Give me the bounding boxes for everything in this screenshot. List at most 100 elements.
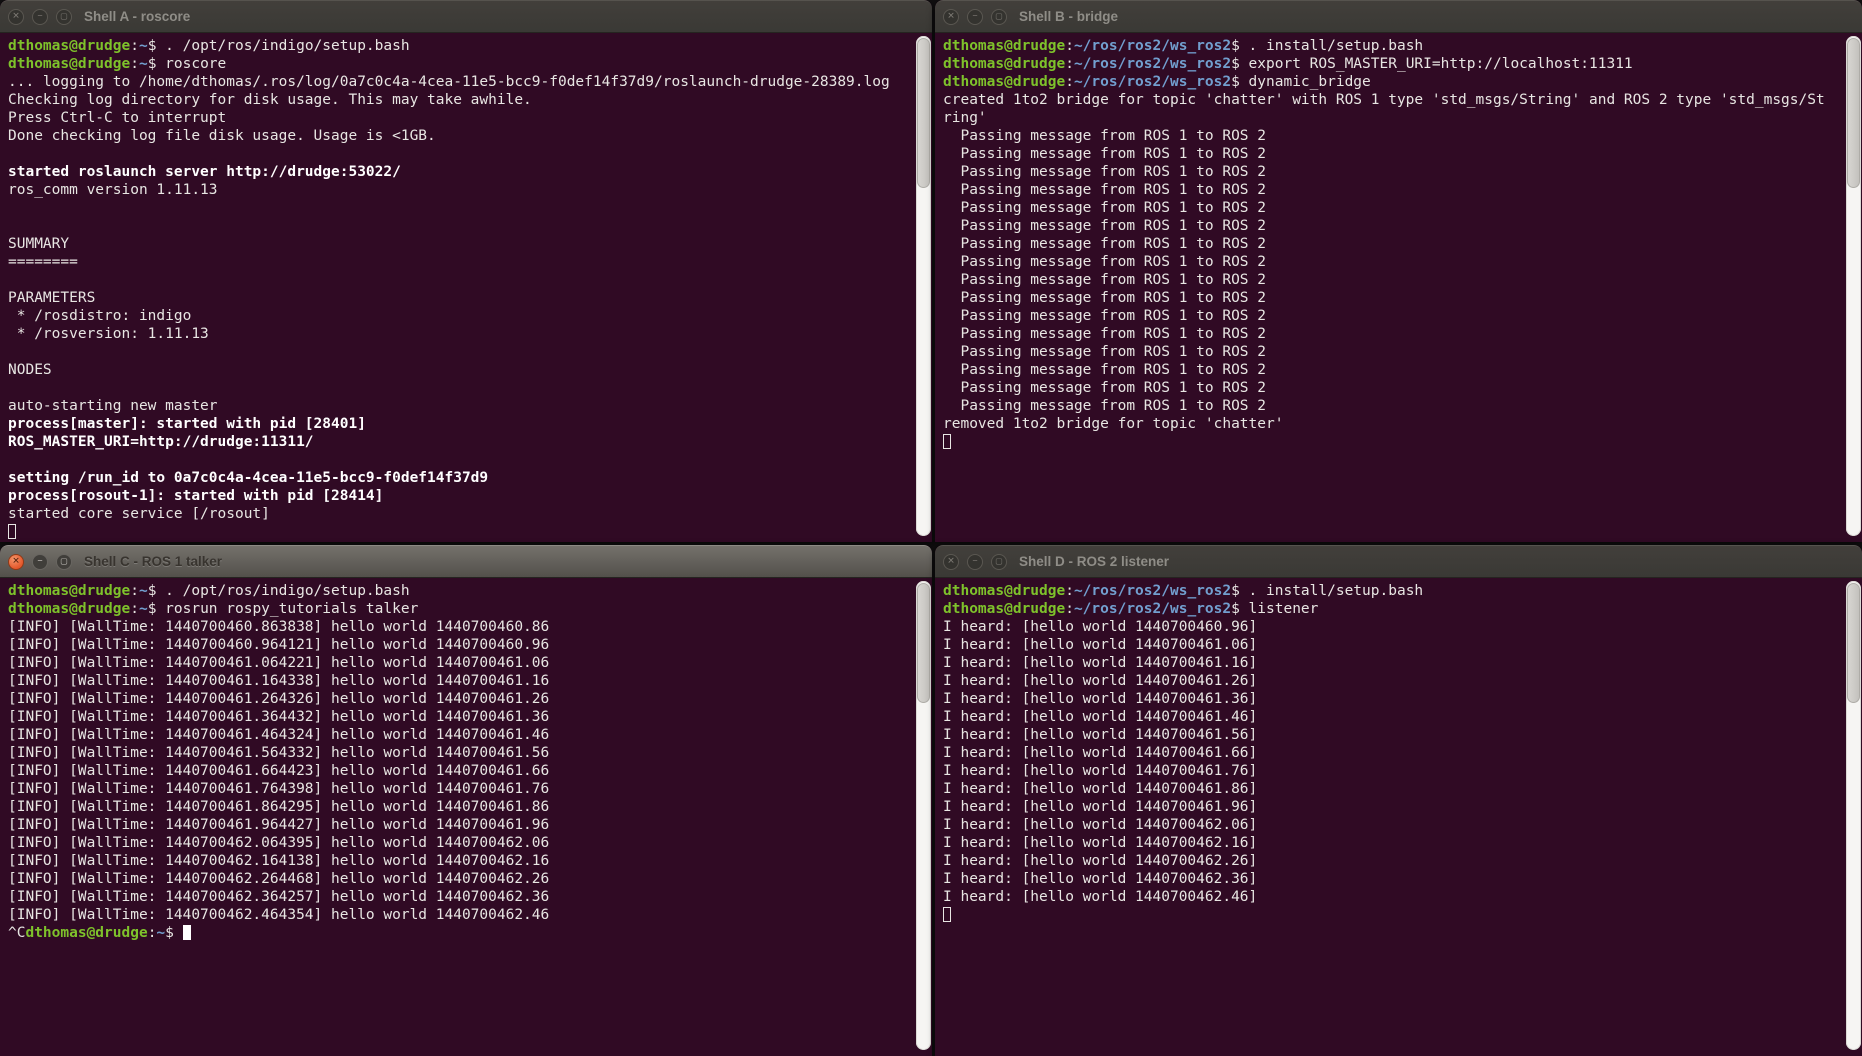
terminal-line: Passing message from ROS 1 to ROS 2: [943, 253, 1845, 271]
scrollbar-track[interactable]: [916, 581, 931, 1050]
terminal-line: I heard: [hello world 1440700460.96]: [943, 618, 1845, 636]
close-button[interactable]: ✕: [943, 9, 959, 25]
terminal-line: [INFO] [WallTime: 1440700461.064221] hel…: [8, 654, 915, 672]
terminal-line: dthomas@drudge:~/ros/ros2/ws_ros2$ expor…: [943, 55, 1845, 73]
titlebar-shell-d[interactable]: ✕ − ▢ Shell D - ROS 2 listener: [935, 545, 1862, 578]
maximize-icon: ▢: [995, 557, 1003, 565]
terminal-line: I heard: [hello world 1440700462.16]: [943, 834, 1845, 852]
maximize-button[interactable]: ▢: [991, 9, 1007, 25]
terminal-line: process[rosout-1]: started with pid [284…: [8, 487, 915, 505]
titlebar-shell-b[interactable]: ✕ − ▢ Shell B - bridge: [935, 0, 1862, 33]
close-icon: ✕: [12, 12, 20, 21]
terminal-line: ========: [8, 253, 915, 271]
terminal-line: [INFO] [WallTime: 1440700462.364257] hel…: [8, 888, 915, 906]
terminal-line: [943, 906, 1845, 924]
close-button[interactable]: ✕: [8, 9, 24, 25]
terminal-line: process[master]: started with pid [28401…: [8, 415, 915, 433]
terminal-line: I heard: [hello world 1440700461.96]: [943, 798, 1845, 816]
terminal-line: Passing message from ROS 1 to ROS 2: [943, 307, 1845, 325]
terminal-line: created 1to2 bridge for topic 'chatter' …: [943, 91, 1845, 109]
window-controls: ✕ − ▢: [8, 554, 72, 570]
terminal-line: ^Cdthomas@drudge:~$: [8, 924, 915, 942]
terminal-line: [8, 199, 915, 217]
terminal-line: Passing message from ROS 1 to ROS 2: [943, 271, 1845, 289]
terminal-line: [INFO] [WallTime: 1440700461.464324] hel…: [8, 726, 915, 744]
minimize-button[interactable]: −: [32, 554, 48, 570]
maximize-button[interactable]: ▢: [56, 554, 72, 570]
scrollbar-track[interactable]: [1846, 36, 1861, 536]
maximize-icon: ▢: [60, 12, 68, 20]
titlebar-shell-a[interactable]: ✕ − ▢ Shell A - roscore: [0, 0, 932, 33]
close-button[interactable]: ✕: [8, 554, 24, 570]
scrollbar-thumb[interactable]: [1847, 583, 1860, 703]
terminal-line: dthomas@drudge:~$ roscore: [8, 55, 915, 73]
terminal-line: I heard: [hello world 1440700461.56]: [943, 726, 1845, 744]
terminal-line: * /rosversion: 1.11.13: [8, 325, 915, 343]
terminal-line: SUMMARY: [8, 235, 915, 253]
terminal-line: [INFO] [WallTime: 1440700462.164138] hel…: [8, 852, 915, 870]
minimize-button[interactable]: −: [967, 9, 983, 25]
terminal-line: Passing message from ROS 1 to ROS 2: [943, 379, 1845, 397]
scrollbar-track[interactable]: [1846, 581, 1861, 1050]
terminal-line: [8, 343, 915, 361]
terminal-line: Passing message from ROS 1 to ROS 2: [943, 397, 1845, 415]
minimize-icon: −: [37, 12, 42, 21]
minimize-button[interactable]: −: [32, 9, 48, 25]
terminal-window-shell-b: ✕ − ▢ Shell B - bridge dthomas@drudge:~/…: [935, 0, 1862, 542]
close-icon: ✕: [12, 557, 20, 566]
minimize-button[interactable]: −: [967, 554, 983, 570]
terminal-line: [8, 451, 915, 469]
terminal-line: dthomas@drudge:~$ rosrun rospy_tutorials…: [8, 600, 915, 618]
terminal-line: [943, 433, 1845, 451]
terminal-line: NODES: [8, 361, 915, 379]
terminal-line: I heard: [hello world 1440700462.36]: [943, 870, 1845, 888]
terminal-line: ... logging to /home/dthomas/.ros/log/0a…: [8, 73, 915, 91]
terminal-window-shell-a: ✕ − ▢ Shell A - roscore dthomas@drudge:~…: [0, 0, 932, 542]
maximize-button[interactable]: ▢: [56, 9, 72, 25]
terminal-line: I heard: [hello world 1440700461.06]: [943, 636, 1845, 654]
terminal-line: [INFO] [WallTime: 1440700461.864295] hel…: [8, 798, 915, 816]
maximize-icon: ▢: [995, 12, 1003, 20]
terminal-output: dthomas@drudge:~$ . /opt/ros/indigo/setu…: [0, 578, 915, 1056]
terminal-line: dthomas@drudge:~/ros/ros2/ws_ros2$ . ins…: [943, 582, 1845, 600]
terminal-line: ros_comm version 1.11.13: [8, 181, 915, 199]
terminal-line: I heard: [hello world 1440700462.06]: [943, 816, 1845, 834]
scrollbar-thumb[interactable]: [1847, 38, 1860, 188]
minimize-icon: −: [37, 557, 42, 566]
terminal-line: [8, 379, 915, 397]
terminal-line: I heard: [hello world 1440700461.86]: [943, 780, 1845, 798]
terminal-line: Passing message from ROS 1 to ROS 2: [943, 361, 1845, 379]
minimize-icon: −: [972, 12, 977, 21]
maximize-icon: ▢: [60, 557, 68, 565]
terminal-line: [INFO] [WallTime: 1440700461.264326] hel…: [8, 690, 915, 708]
terminal-line: [INFO] [WallTime: 1440700461.764398] hel…: [8, 780, 915, 798]
terminal-line: I heard: [hello world 1440700461.16]: [943, 654, 1845, 672]
scrollbar-thumb[interactable]: [917, 38, 930, 188]
window-title: Shell B - bridge: [1019, 9, 1118, 24]
window-controls: ✕ − ▢: [943, 554, 1007, 570]
terminal-line: Checking log directory for disk usage. T…: [8, 91, 915, 109]
terminal-line: Passing message from ROS 1 to ROS 2: [943, 163, 1845, 181]
close-button[interactable]: ✕: [943, 554, 959, 570]
terminal-line: dthomas@drudge:~/ros/ros2/ws_ros2$ dynam…: [943, 73, 1845, 91]
terminal-line: dthomas@drudge:~/ros/ros2/ws_ros2$ . ins…: [943, 37, 1845, 55]
terminal-line: started roslaunch server http://drudge:5…: [8, 163, 915, 181]
scrollbar-thumb[interactable]: [917, 583, 930, 703]
titlebar-shell-c[interactable]: ✕ − ▢ Shell C - ROS 1 talker: [0, 545, 932, 578]
terminal-line: dthomas@drudge:~/ros/ros2/ws_ros2$ liste…: [943, 600, 1845, 618]
terminal-line: Done checking log file disk usage. Usage…: [8, 127, 915, 145]
terminal-line: Passing message from ROS 1 to ROS 2: [943, 199, 1845, 217]
terminal-line: [INFO] [WallTime: 1440700461.164338] hel…: [8, 672, 915, 690]
terminal-line: Passing message from ROS 1 to ROS 2: [943, 235, 1845, 253]
terminal-line: I heard: [hello world 1440700461.46]: [943, 708, 1845, 726]
maximize-button[interactable]: ▢: [991, 554, 1007, 570]
terminal-line: [INFO] [WallTime: 1440700460.863838] hel…: [8, 618, 915, 636]
window-controls: ✕ − ▢: [8, 9, 72, 25]
scrollbar-track[interactable]: [916, 36, 931, 536]
terminal-line: Passing message from ROS 1 to ROS 2: [943, 343, 1845, 361]
terminal-cursor: [943, 907, 951, 922]
terminal-line: [INFO] [WallTime: 1440700462.464354] hel…: [8, 906, 915, 924]
terminal-line: Passing message from ROS 1 to ROS 2: [943, 289, 1845, 307]
terminal-line: [8, 523, 915, 541]
terminal-line: Passing message from ROS 1 to ROS 2: [943, 145, 1845, 163]
